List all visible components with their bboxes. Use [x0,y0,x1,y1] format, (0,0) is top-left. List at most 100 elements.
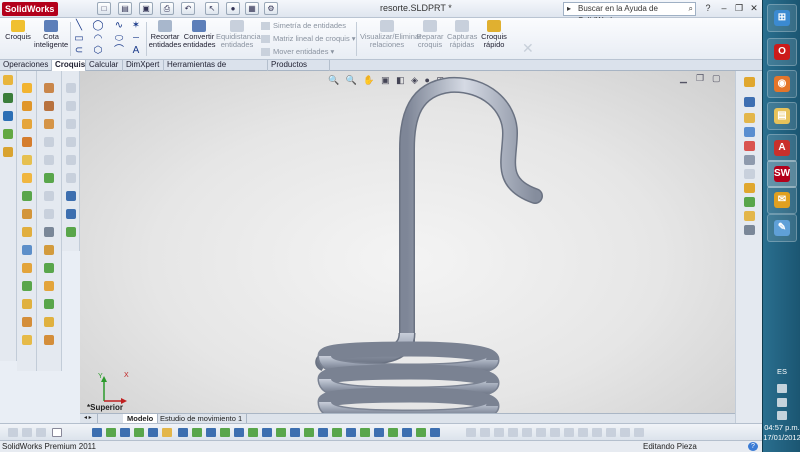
snap-parallel-icon[interactable] [578,428,588,437]
snap-midpoint-icon[interactable] [494,428,504,437]
circle-tb-icon[interactable] [120,428,130,437]
polygon-icon[interactable]: ⬡ [92,46,104,56]
fillet-feature-icon[interactable] [22,173,32,183]
snap-point-icon[interactable] [466,428,476,437]
revolve-boss-icon[interactable] [22,101,32,111]
taskbar-outlook[interactable]: ✉ [767,186,797,214]
capturas-rapidas-button[interactable]: Capturas rápidas [447,20,477,49]
minimize-button[interactable]: – [718,3,730,14]
help-dropdown-icon[interactable]: ? [702,3,714,14]
block-tb-icon[interactable] [416,428,426,437]
view-palette-icon[interactable] [744,127,755,137]
instant3d-icon[interactable] [66,191,76,201]
relation-tb-icon[interactable] [178,428,188,437]
line-icon[interactable]: ╲ [73,21,85,31]
surface-sweep-icon[interactable] [44,209,54,219]
text-tb-icon[interactable] [402,428,412,437]
tips-icon[interactable] [744,211,755,221]
fillet-icon[interactable]: ⌒ [113,46,125,56]
heal-edge-icon[interactable] [66,173,76,183]
pattern-icon[interactable] [22,191,32,201]
snap-perpendicular-icon[interactable] [564,428,574,437]
spring-model[interactable] [80,71,735,413]
cut-sweep-icon[interactable] [44,119,54,129]
undo-icon[interactable]: ↶ [181,2,195,15]
toolbox-icon[interactable] [744,183,755,193]
spline-icon[interactable]: ∿ [113,21,125,31]
line-tool-icon[interactable] [3,93,13,103]
taskbar-autocad[interactable]: A [767,134,797,162]
snap-intersection-icon[interactable] [522,428,532,437]
save-icon[interactable]: ▣ [139,2,153,15]
document-recovery-icon[interactable] [744,169,755,179]
taskbar-paint[interactable]: ✎ [767,214,797,242]
vertex-tool-icon[interactable] [66,119,76,129]
draft-icon[interactable] [22,263,32,273]
rebuild-traffic-light-icon[interactable]: ● [226,2,240,15]
select-cursor-icon[interactable]: ↖ [205,2,219,15]
tab-calcular[interactable]: Calcular [86,60,123,71]
solidworks-forum-icon[interactable] [744,197,755,207]
hole-icon[interactable] [22,281,32,291]
stretch-tb-icon[interactable] [346,428,356,437]
wrap-icon[interactable] [22,299,32,309]
taskbar-opera[interactable]: O [767,38,797,66]
point-tool-icon[interactable] [3,111,13,121]
tab-herramientas-renderizado[interactable]: Herramientas de renderizado [164,60,268,79]
scale-tb-icon[interactable] [318,428,328,437]
equidistanciar-entidades-button[interactable]: Equidistanciar entidades [216,20,263,49]
split-icon[interactable] [44,227,54,237]
taskbar-firefox[interactable]: ◉ [767,70,797,98]
picture-tb-icon[interactable] [430,428,440,437]
visualizar-eliminar-relaciones-button[interactable]: Visualizar/Eliminar relaciones [360,20,422,49]
reparar-croquis-button[interactable]: Reparar croquis [416,20,444,49]
text-icon[interactable]: A [130,46,142,56]
arc-icon[interactable]: ◠ [92,34,104,44]
helix-icon[interactable] [22,245,32,255]
line-tb-icon[interactable] [92,428,102,437]
boundary-icon[interactable] [22,155,32,165]
file-explorer-icon[interactable] [744,113,755,123]
move-body-icon[interactable] [44,263,54,273]
clock-time[interactable]: 04:57 p.m. [763,423,800,432]
edge-tool-icon[interactable] [66,101,76,111]
trim-tb-icon[interactable] [234,428,244,437]
design-library-icon[interactable] [744,97,755,107]
replace-face-icon[interactable] [66,227,76,237]
tab-productos-office[interactable]: Productos Office [268,60,330,79]
extend-tb-icon[interactable] [248,428,258,437]
appearances-icon[interactable] [744,141,755,151]
tray-up-arrow-icon[interactable] [777,384,787,393]
new-document-icon[interactable]: □ [97,2,111,15]
select-icon[interactable] [8,428,18,437]
body-tool-icon[interactable] [66,137,76,147]
fillet-tb-icon[interactable] [374,428,384,437]
croquis-button[interactable]: Croquis [4,20,32,41]
resources-icon[interactable] [744,77,755,87]
snap-nearest-icon[interactable] [536,428,546,437]
move-tb-icon[interactable] [290,428,300,437]
matriz-lineal-button[interactable]: Matriz lineal de croquis ▾ [261,34,356,44]
customize-icon[interactable] [744,225,755,235]
language-indicator[interactable]: ES [763,367,800,376]
tab-operaciones[interactable]: Operaciones [0,60,52,71]
restore-button[interactable]: ❐ [733,3,745,14]
spline-tool-icon[interactable] [3,129,13,139]
reference-geometry-icon[interactable] [44,335,54,345]
file-properties-icon[interactable]: ▦ [245,2,259,15]
ellipse-icon[interactable]: ⬭ [113,34,125,44]
slot-icon[interactable]: ⊂ [73,46,85,56]
rotate-tb-icon[interactable] [304,428,314,437]
cut-revolve-icon[interactable] [44,101,54,111]
plane-tool-icon[interactable] [3,147,13,157]
solidworks-logo[interactable]: SolidWorks [2,2,58,16]
arc-tb-icon[interactable] [106,428,116,437]
open-folder-icon[interactable]: ▤ [118,2,132,15]
dome-icon[interactable] [22,317,32,327]
plane-tb-icon[interactable] [162,428,172,437]
simetria-entidades-button[interactable]: Simetría de entidades [261,21,346,31]
centerline-icon[interactable]: ┄ [130,34,142,44]
croquis-rapido-button[interactable]: Croquis rápido [480,20,508,49]
spline-tb-icon[interactable] [134,428,144,437]
circle-icon[interactable]: ◯ [92,21,104,31]
